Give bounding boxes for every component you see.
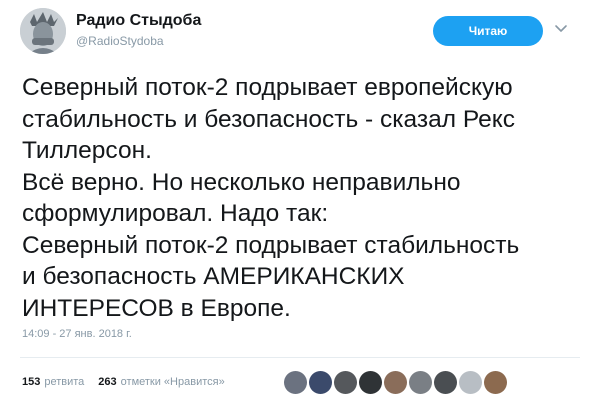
liker-avatar[interactable] <box>384 370 407 394</box>
following-button[interactable]: Читаю <box>433 16 543 46</box>
likes-label[interactable]: отметки «Нравится» <box>121 376 225 388</box>
tweet-text-line: Всё верно. Но несколько неправильно <box>22 168 461 196</box>
retweets-count[interactable]: 153 <box>22 376 40 388</box>
tweet-stats: 153 ретвита 263 отметки «Нравится» <box>22 372 239 392</box>
tweet-text-line: Северный поток-2 подрывает европейскую <box>22 74 513 101</box>
account-avatar[interactable] <box>20 8 66 54</box>
liker-avatar[interactable] <box>284 370 307 394</box>
tweet-text-line: Северный поток-2 подрывает стабильность <box>22 231 520 259</box>
tweet-timestamp[interactable]: 14:09 - 27 янв. 2018 г. <box>22 328 132 340</box>
tweet-text-line: стабильность и безопасность - сказал Рек… <box>22 105 515 133</box>
tweet-text-line: и безопасность АМЕРИКАНСКИХ <box>22 263 405 290</box>
tweet-text-line: ИНТЕРЕСОВ в Европе. <box>22 294 291 322</box>
liker-avatar[interactable] <box>484 370 507 394</box>
divider <box>20 357 580 358</box>
account-name[interactable]: Радио Стыдоба <box>76 12 201 30</box>
tweet-text-line: сформулировал. Надо так: <box>22 200 329 227</box>
liker-avatar[interactable] <box>334 370 357 394</box>
liker-avatars <box>284 368 509 396</box>
liker-avatar[interactable] <box>309 370 332 394</box>
tweet-card: Радио Стыдоба @RadioStydoba Читаю Северн… <box>0 0 600 414</box>
tweet-text: Северный поток-2 подрывает европейскую с… <box>22 72 594 324</box>
tweet-text-line: Тиллерсон. <box>22 137 152 164</box>
liker-avatar[interactable] <box>409 370 432 394</box>
statue-of-liberty-icon <box>20 8 66 54</box>
chevron-down-icon[interactable] <box>553 20 569 36</box>
liker-avatar[interactable] <box>459 370 482 394</box>
likes-count[interactable]: 263 <box>98 376 116 388</box>
liker-avatar[interactable] <box>434 370 457 394</box>
retweets-label[interactable]: ретвита <box>44 376 84 388</box>
account-handle[interactable]: @RadioStydoba <box>76 34 164 48</box>
liker-avatar[interactable] <box>359 370 382 394</box>
